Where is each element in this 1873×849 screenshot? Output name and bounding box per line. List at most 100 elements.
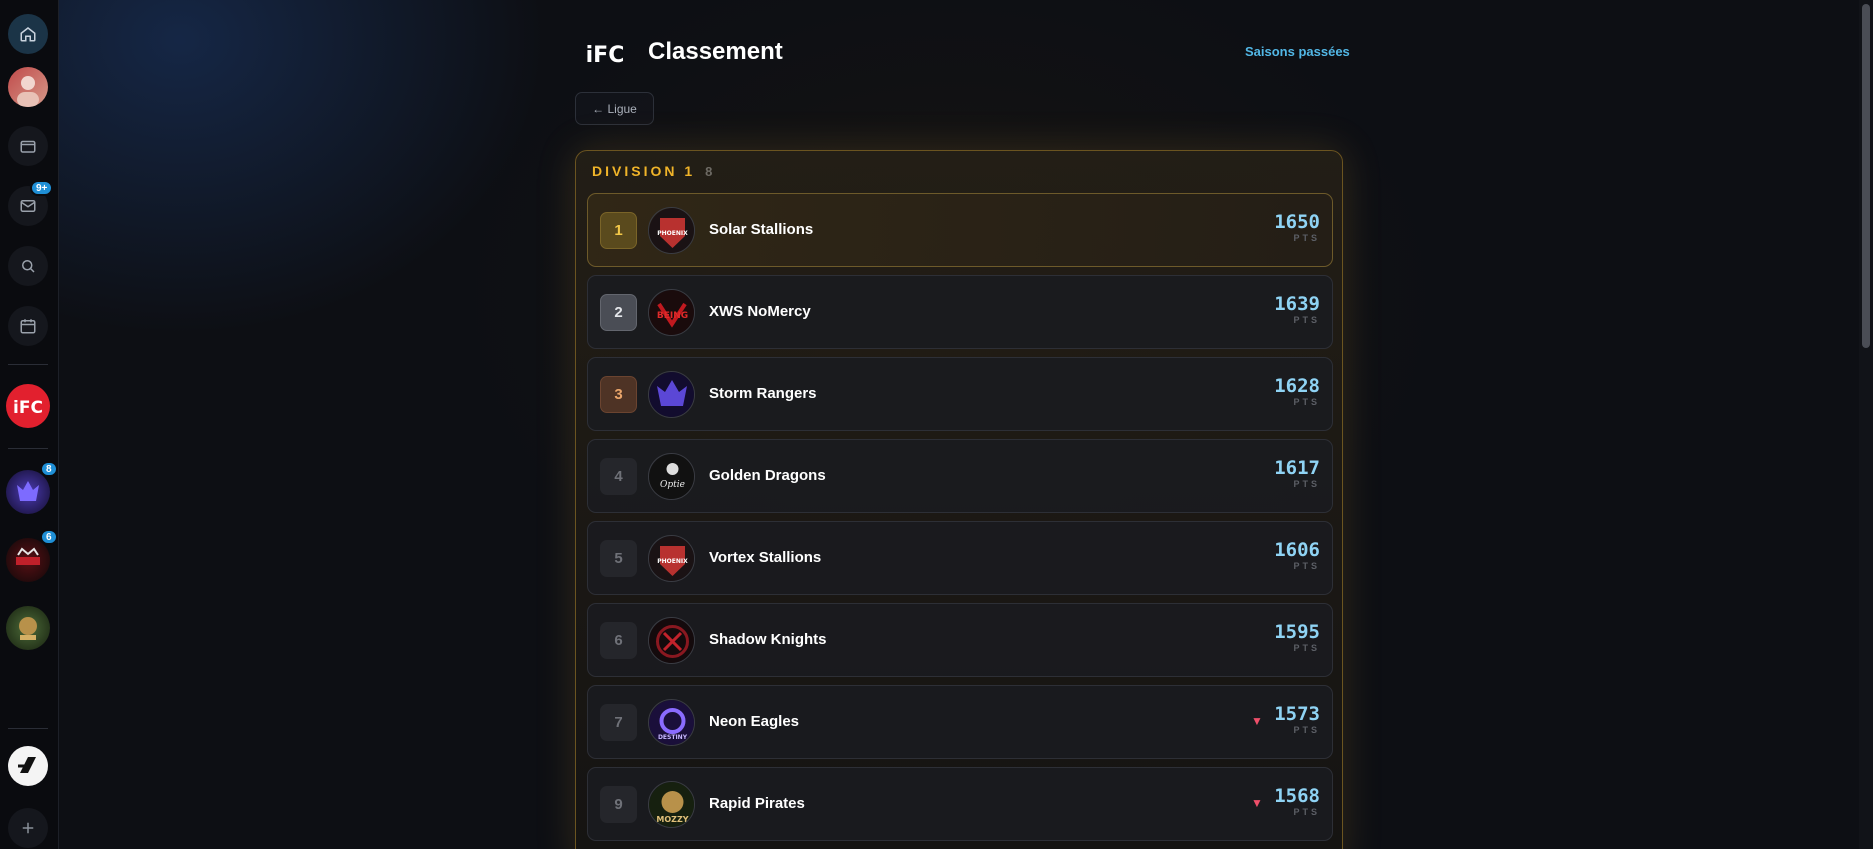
wolf-logo-icon (17, 481, 39, 501)
team-logo: PHOENIX (648, 207, 695, 254)
past-seasons-link[interactable]: Saisons passées (1245, 44, 1350, 59)
points-label: PTS (1293, 807, 1320, 817)
svg-text:PHOENIX: PHOENIX (657, 230, 688, 237)
calendar-icon (20, 319, 36, 334)
division-title: DIVISION 1 (592, 163, 696, 179)
points-label: PTS (1293, 233, 1320, 243)
search-button[interactable] (8, 246, 48, 286)
shadow-logo-icon (16, 547, 40, 565)
team-points: 1650 PTS (1274, 212, 1320, 243)
points-label: PTS (1293, 479, 1320, 489)
svg-text:iFC: iFC (586, 43, 625, 68)
division-header: DIVISION 1 8 (592, 163, 712, 179)
messages-button[interactable]: 9+ (8, 180, 54, 226)
points-value: 1568 (1274, 785, 1320, 807)
calendar-button[interactable] (8, 306, 48, 346)
sidebar-divider (8, 364, 48, 365)
team-name: Storm Rangers (709, 385, 817, 402)
trend-down-icon: ▼ (1251, 714, 1263, 728)
standings-row[interactable]: 3 Storm Rangers 1628 PTS (587, 357, 1333, 431)
team-name: XWS NoMercy (709, 303, 811, 320)
team-name: Vortex Stallions (709, 549, 822, 566)
points-label: PTS (1293, 643, 1320, 653)
team-name: Rapid Pirates (709, 795, 805, 812)
home-button[interactable] (8, 14, 48, 54)
sidebar-divider (8, 448, 48, 449)
rank-badge: 5 (600, 540, 637, 577)
server-mozzy[interactable] (6, 606, 50, 650)
team-logo: BEING (648, 289, 695, 336)
plus-icon (22, 822, 34, 834)
search-icon (22, 260, 35, 273)
trend-down-icon: ▼ (1251, 796, 1263, 810)
svg-text:PHOENIX: PHOENIX (657, 558, 688, 565)
team-points: 1573 PTS (1274, 704, 1320, 735)
points-label: PTS (1293, 725, 1320, 735)
mail-badge: 9+ (30, 180, 54, 196)
team-name: Golden Dragons (709, 467, 826, 484)
svg-text:Optie: Optie (660, 480, 685, 490)
points-value: 1617 (1274, 457, 1320, 479)
team-points: 1568 PTS (1274, 786, 1320, 817)
rank-badge: 3 (600, 376, 637, 413)
standings-row[interactable]: 2 BEING XWS NoMercy 1639 PTS (587, 275, 1333, 349)
standings-row[interactable]: 4 Optie Golden Dragons 1617 PTS (587, 439, 1333, 513)
ifc-logo-icon: iFC (586, 43, 625, 68)
team-logo (648, 371, 695, 418)
points-value: 1650 (1274, 211, 1320, 233)
scrollbar[interactable] (1859, 0, 1873, 849)
wallet-button[interactable] (8, 126, 48, 166)
points-value: 1628 (1274, 375, 1320, 397)
team-logo: Optie (648, 453, 695, 500)
team-points: 1639 PTS (1274, 294, 1320, 325)
rank-badge: 1 (600, 212, 637, 249)
server-ifc[interactable]: iFC (6, 384, 50, 428)
points-label: PTS (1293, 561, 1320, 571)
add-server-button[interactable] (8, 808, 48, 848)
team-name: Solar Stallions (709, 221, 814, 238)
nexo-badge: 8 (40, 461, 58, 477)
server-shadow[interactable] (6, 538, 50, 582)
sidebar: 9+ iFC 8 6 (0, 0, 59, 849)
team-logo (648, 617, 695, 664)
wallet-icon (20, 140, 36, 153)
team-points: 1606 PTS (1274, 540, 1320, 571)
team-logo: DESTINY (648, 699, 695, 746)
league-logo: iFC (585, 34, 625, 68)
brand-button[interactable] (8, 746, 48, 786)
svg-text:iFC: iFC (13, 398, 43, 418)
mail-icon (20, 200, 36, 212)
standings-row[interactable]: 6 Shadow Knights 1595 PTS (587, 603, 1333, 677)
points-value: 1595 (1274, 621, 1320, 643)
svg-text:MOZZY: MOZZY (656, 815, 688, 824)
team-points: 1595 PTS (1274, 622, 1320, 653)
standings-row[interactable]: 5 PHOENIX Vortex Stallions 1606 PTS (587, 521, 1333, 595)
server-nexo[interactable] (6, 470, 50, 514)
points-label: PTS (1293, 397, 1320, 407)
rank-badge: 4 (600, 458, 637, 495)
shadow-badge: 6 (40, 529, 58, 545)
team-name: Neon Eagles (709, 713, 800, 730)
ifc-logo-icon: iFC (13, 398, 43, 418)
back-to-league-button[interactable]: ← Ligue (575, 92, 654, 125)
profile-icon (17, 76, 39, 107)
team-points: 1628 PTS (1274, 376, 1320, 407)
home-icon (20, 27, 36, 42)
team-name: Shadow Knights (709, 631, 827, 648)
team-points: 1617 PTS (1274, 458, 1320, 489)
standings-row[interactable]: 9 MOZZY Rapid Pirates ▼ 1568 PTS (587, 767, 1333, 841)
rank-badge: 9 (600, 786, 637, 823)
standings-row[interactable]: 1 PHOENIX Solar Stallions 1650 PTS (587, 193, 1333, 267)
rank-badge: 2 (600, 294, 637, 331)
svg-text:BEING: BEING (657, 311, 688, 321)
points-value: 1639 (1274, 293, 1320, 315)
team-logo: MOZZY (648, 781, 695, 828)
standings-row[interactable]: 7 DESTINY Neon Eagles ▼ 1573 PTS (587, 685, 1333, 759)
points-value: 1573 (1274, 703, 1320, 725)
scrollbar-thumb[interactable] (1862, 4, 1870, 348)
sidebar-divider (8, 728, 48, 729)
user-avatar[interactable] (8, 67, 48, 107)
rank-badge: 7 (600, 704, 637, 741)
points-value: 1606 (1274, 539, 1320, 561)
division-card: DIVISION 1 8 1 PHOENIX Solar Stallions 1… (575, 150, 1343, 849)
